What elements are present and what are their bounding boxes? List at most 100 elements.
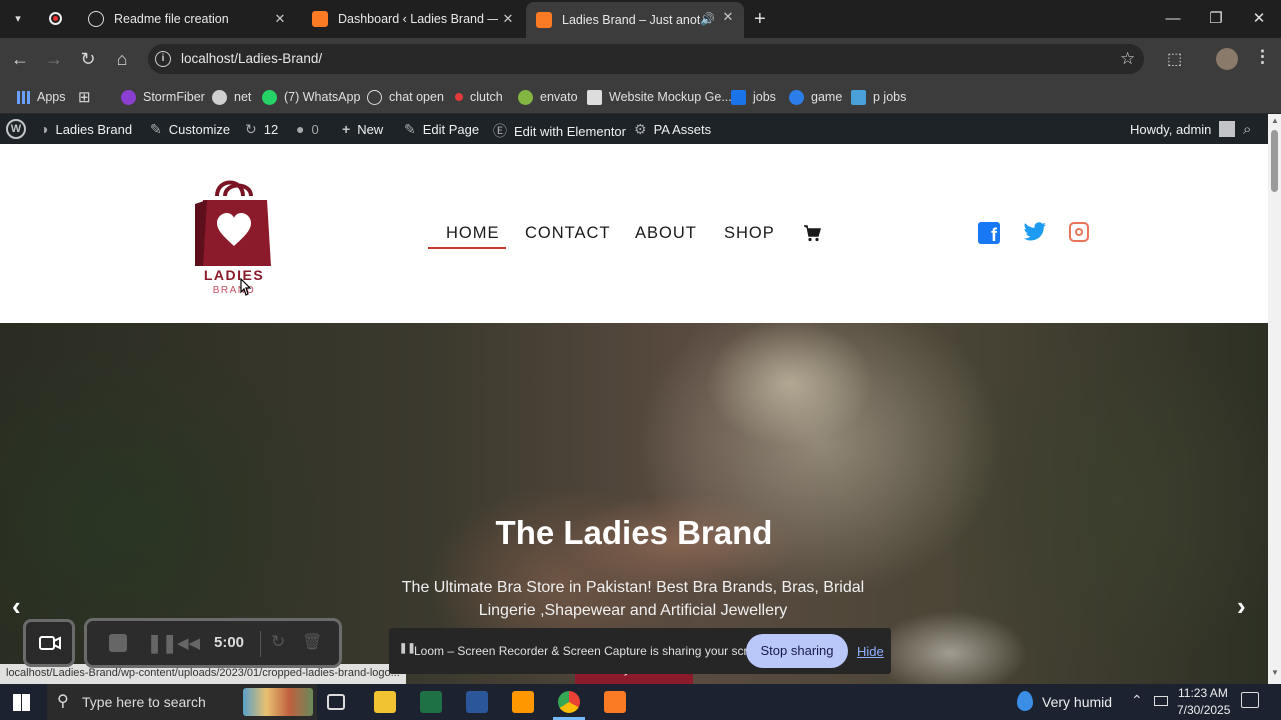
bookmark-whatsapp[interactable]: (7) WhatsApp [262, 88, 360, 106]
xampp-icon[interactable] [604, 691, 626, 713]
bookmark-website-mockup[interactable]: Website Mockup Ge... [587, 88, 732, 106]
wp-edit-elementor[interactable]: Ⓔ Edit with Elementor [493, 121, 626, 141]
tab-search-button[interactable]: ▾ [9, 10, 27, 28]
dashboard-icon: ◑ [40, 121, 49, 137]
new-tab-button[interactable]: + [754, 8, 766, 31]
close-icon[interactable]: ✕ [500, 11, 516, 27]
minimize-button[interactable]: — [1160, 6, 1186, 32]
wp-search-icon[interactable]: ⌕ [1243, 121, 1251, 138]
scrollbar-thumb[interactable] [1271, 130, 1278, 192]
taskbar-search[interactable]: ⚲ Type here to search [47, 684, 317, 720]
pause-button[interactable]: ❚❚ [147, 633, 177, 654]
site-info-icon[interactable]: i [155, 51, 171, 67]
cart-icon[interactable] [803, 224, 821, 247]
loom-camera-button[interactable] [23, 619, 75, 667]
speaker-icon[interactable]: 🔊 [700, 12, 715, 26]
hero-subtitle: The Ultimate Bra Store in Pakistan! Best… [401, 579, 865, 619]
tray-chevron-icon[interactable]: ⌃ [1131, 692, 1143, 709]
excel-icon[interactable] [420, 691, 442, 713]
logo-text-ladies: LADIES [203, 267, 265, 283]
bookmark-jobs[interactable]: jobs [731, 88, 776, 106]
wp-updates[interactable]: ↻ 12 [245, 121, 278, 138]
weather-text[interactable]: Very humid [1042, 694, 1112, 710]
tab-ladies-brand[interactable]: Ladies Brand – Just another 🔊 ✕ [526, 2, 744, 38]
logo-text-brand: BRAND [212, 285, 256, 296]
tab-title: Ladies Brand – Just another [562, 13, 700, 27]
page-scrollbar[interactable]: ▲ ▼ [1268, 114, 1281, 684]
hide-link[interactable]: Hide [857, 644, 884, 659]
notifications-icon[interactable] [1241, 692, 1259, 708]
bookmark-star-icon[interactable]: ☆ [1120, 49, 1135, 69]
plus-icon: + [342, 121, 351, 137]
nav-contact[interactable]: CONTACT [525, 224, 611, 243]
slider-next-arrow[interactable]: › [1237, 591, 1246, 622]
nav-shop[interactable]: SHOP [724, 224, 775, 243]
restore-button[interactable]: ❐ [1203, 6, 1229, 32]
divider [260, 631, 261, 657]
whatsapp-icon [262, 89, 277, 105]
windows-start-button[interactable] [13, 694, 30, 711]
wp-customize[interactable]: ✎ Customize [150, 121, 230, 138]
bookmark-game[interactable]: game [789, 88, 842, 106]
clock-time[interactable]: 11:23 AM [1178, 686, 1228, 700]
close-icon[interactable]: ✕ [720, 9, 736, 25]
twitter-icon[interactable] [1023, 222, 1047, 247]
stormfiber-icon [121, 89, 136, 105]
loom-timer: 5:00 [214, 634, 245, 651]
stop-sharing-button[interactable]: Stop sharing [746, 634, 848, 668]
tab-dashboard[interactable]: Dashboard ‹ Ladies Brand — W ✕ [302, 4, 524, 34]
gear-icon: ⚙ [634, 121, 647, 137]
battery-icon[interactable] [1154, 696, 1168, 706]
scroll-down-arrow[interactable]: ▼ [1271, 668, 1279, 677]
wp-admin-bar: W ◑ Ladies Brand ✎ Customize ↻ 12 ● 0 + New ✎… [0, 114, 1268, 144]
close-icon[interactable]: ✕ [272, 11, 288, 27]
nav-home[interactable]: HOME [446, 224, 500, 243]
bookmark-clutch[interactable]: clutch [455, 88, 503, 106]
instagram-icon[interactable] [1069, 222, 1089, 242]
extensions-icon[interactable]: ⬚ [1167, 49, 1182, 69]
wp-howdy[interactable]: Howdy, admin [1130, 121, 1236, 137]
file-explorer-icon[interactable] [374, 691, 396, 713]
browser-menu-icon[interactable]: ⋮ [1254, 47, 1271, 67]
reload-button[interactable]: ↻ [76, 47, 100, 71]
slider-prev-arrow[interactable]: ‹ [12, 591, 21, 622]
task-view-icon[interactable] [327, 694, 345, 710]
bookmark-stormfiber[interactable]: StormFiber [121, 88, 205, 106]
bookmark-grid[interactable]: ⊞ [78, 88, 91, 106]
mouse-cursor-icon [238, 277, 252, 303]
chrome-icon[interactable] [558, 691, 580, 713]
address-bar[interactable]: i localhost/Ladies-Brand/ [148, 44, 1144, 74]
bookmark-chat-open[interactable]: chat open [367, 88, 444, 106]
stop-recording-button[interactable] [109, 634, 127, 652]
bookmark-envato[interactable]: envato [518, 88, 578, 106]
wp-comments[interactable]: ● 0 [296, 121, 319, 137]
video-camera-icon [39, 636, 61, 650]
xampp-icon [312, 11, 328, 27]
clock-date[interactable]: 7/30/2025 [1177, 703, 1230, 717]
rewind-button[interactable]: ◀◀ [177, 634, 200, 652]
wp-new[interactable]: + New [342, 121, 383, 137]
bookmark-p-jobs[interactable]: p jobs [851, 88, 906, 106]
forward-button[interactable]: → [42, 47, 66, 71]
wp-edit-page[interactable]: ✎ Edit Page [404, 121, 479, 138]
home-button[interactable]: ⌂ [110, 47, 134, 71]
tab-title: Readme file creation [114, 12, 229, 26]
bookmark-apps[interactable]: Apps [17, 88, 66, 106]
profile-avatar[interactable] [1216, 48, 1238, 70]
trash-icon[interactable]: 🗑 [302, 632, 322, 652]
back-button[interactable]: ← [8, 47, 32, 71]
restart-icon[interactable]: ↻ [271, 632, 285, 652]
word-icon[interactable] [466, 691, 488, 713]
facebook-icon[interactable]: f [978, 222, 1000, 245]
wp-site-name[interactable]: ◑ Ladies Brand [40, 121, 132, 137]
nav-about[interactable]: ABOUT [635, 224, 697, 243]
pencil-icon: ✎ [404, 121, 416, 137]
bookmark-net[interactable]: net [212, 88, 251, 106]
scroll-up-arrow[interactable]: ▲ [1271, 116, 1279, 125]
close-window-button[interactable]: ✕ [1246, 6, 1272, 32]
sublime-icon[interactable] [512, 691, 534, 713]
tab-readme[interactable]: Readme file creation ✕ [78, 4, 296, 34]
wordpress-logo-icon[interactable]: W [6, 119, 26, 139]
site-logo[interactable]: LADIES BRAND [193, 174, 275, 299]
wp-pa-assets[interactable]: ⚙ PA Assets [634, 121, 711, 138]
